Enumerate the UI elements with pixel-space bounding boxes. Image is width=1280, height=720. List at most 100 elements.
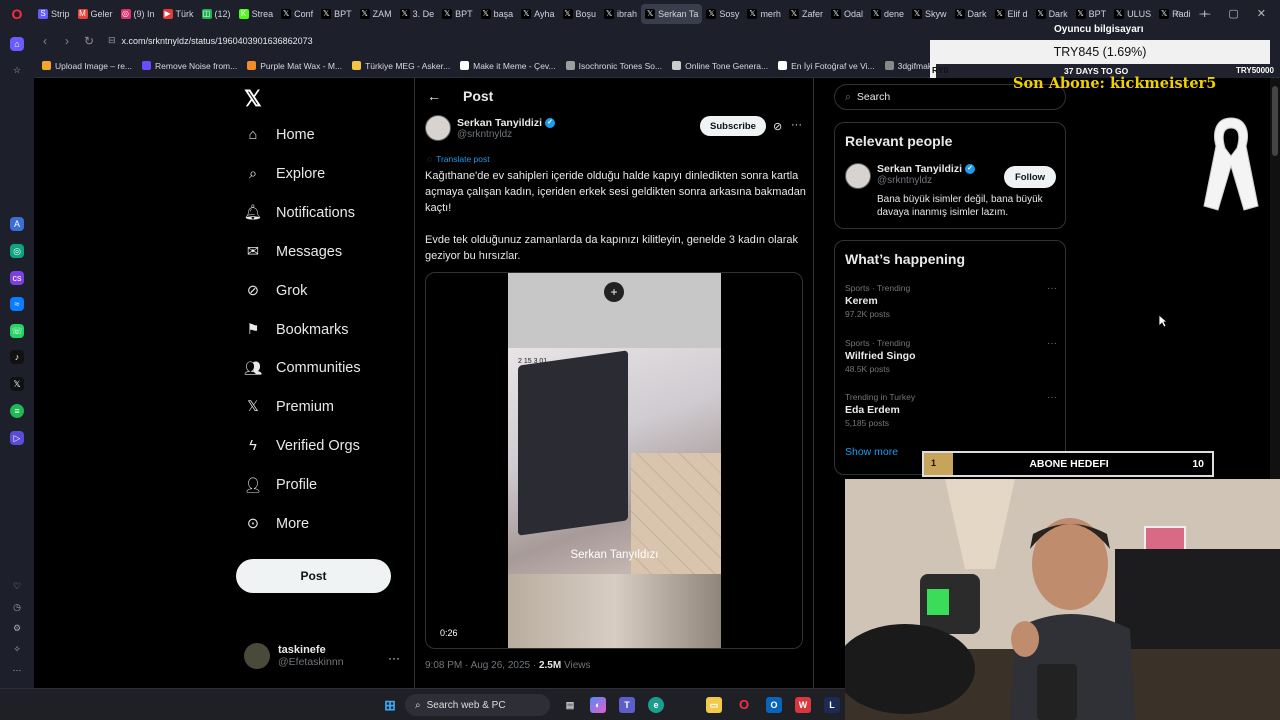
nav-item-messages[interactable]: ✉ Messages <box>244 243 342 261</box>
browser-tab[interactable]: 𝕏 Boşu <box>559 4 601 24</box>
bookmark-item[interactable]: Make it Meme - Çev... <box>460 61 556 71</box>
browser-tab[interactable]: K Strea <box>235 4 278 24</box>
browser-tab[interactable]: 𝕏merh <box>743 4 785 24</box>
browser-tab[interactable]: 𝕏 ULUS <box>1110 4 1155 24</box>
nav-item-notifications[interactable]: 🔔︎ Notifications <box>244 204 355 222</box>
back-button[interactable]: ‹ <box>34 34 56 48</box>
browser-tab[interactable]: ▶ Türk <box>159 4 198 24</box>
scrollbar-thumb[interactable] <box>1272 86 1278 156</box>
translate-post-link[interactable]: ◌ Translate post <box>427 154 490 164</box>
browser-tab[interactable]: 𝕏ibrah <box>600 4 641 24</box>
more-icon[interactable]: ··· <box>1047 283 1057 294</box>
browser-tab[interactable]: 𝕏 Odal <box>827 4 867 24</box>
browser-tab[interactable]: 𝕏 Zafer <box>785 4 827 24</box>
follow-button[interactable]: Follow <box>1004 166 1056 188</box>
windows-start-icon[interactable]: ⊞ <box>382 697 398 713</box>
star-icon[interactable]: ☆ <box>10 63 24 77</box>
nav-item-communities[interactable]: 👥︎ Communities <box>244 359 361 377</box>
nav-item-explore[interactable]: ⌕ Explore <box>244 165 325 183</box>
browser-tab[interactable]: 𝕏 Elif d <box>991 4 1032 24</box>
x-icon[interactable]: 𝕏 <box>10 377 24 391</box>
bookmark-item[interactable]: Remove Noise from... <box>142 61 237 71</box>
browser-tab[interactable]: 𝕏 BPT <box>438 4 477 24</box>
browser-tab[interactable]: 𝕏 Dark <box>1032 4 1072 24</box>
post-author[interactable]: Serkan Tanyildizi ✓ @srkntnyldz <box>425 115 555 141</box>
opera-icon[interactable]: O <box>736 697 752 713</box>
tiktok-icon[interactable]: ♪ <box>10 350 24 364</box>
settings-icon[interactable]: ⚙ <box>10 621 24 635</box>
nav-item-more[interactable]: ⊙ More <box>244 515 309 533</box>
aria-icon[interactable]: A <box>10 217 24 231</box>
lightbulb-icon[interactable]: ✧ <box>10 642 24 656</box>
app-icon[interactable]: W <box>795 697 811 713</box>
search-tabs-icon[interactable]: ⌕ <box>1175 7 1181 20</box>
show-more-link[interactable]: Show more <box>845 446 898 458</box>
browser-tab[interactable]: 𝕏 BPT <box>1072 4 1111 24</box>
author-name[interactable]: Serkan Tanyildizi <box>457 117 542 129</box>
more-icon[interactable]: ··· <box>1047 392 1057 403</box>
relevant-user-handle[interactable]: @srkntnyldz <box>877 175 975 186</box>
nav-item-home[interactable]: ⌂ Home <box>244 126 315 144</box>
app-icon[interactable]: L <box>824 697 840 713</box>
browser-tab[interactable]: 𝕏 Serkan Ta <box>641 3 703 24</box>
relevant-user[interactable]: Serkan Tanyildizi ✓ @srkntnyldz <box>845 163 975 189</box>
opera-logo-icon[interactable]: O <box>0 0 34 27</box>
browser-tab[interactable]: 𝕏 Sosy <box>702 4 743 24</box>
browser-tab[interactable]: 𝕏 Dark <box>951 4 991 24</box>
edge-icon[interactable]: e <box>648 697 664 713</box>
trend-item[interactable]: Trending in Turkey Eda Erdem 5,185 posts ··… <box>845 392 1057 428</box>
home-icon[interactable]: ⌂ <box>10 37 24 51</box>
author-handle[interactable]: @srkntnyldz <box>457 129 555 140</box>
chatgpt-icon[interactable]: ◎ <box>10 244 24 258</box>
player-icon[interactable]: ▷ <box>10 431 24 445</box>
browser-tab[interactable]: M Geler <box>74 4 117 24</box>
avatar[interactable] <box>425 115 451 141</box>
bookmark-item[interactable]: Isochronic Tones So... <box>565 61 662 71</box>
minimize-button[interactable]: — <box>1199 8 1210 20</box>
more-icon[interactable]: ··· <box>388 651 400 665</box>
whatsapp-icon[interactable]: ☏ <box>10 324 24 338</box>
bookmark-item[interactable]: Türkiye MEG - Asker... <box>352 61 450 71</box>
heart-icon[interactable]: ♡ <box>10 579 24 593</box>
reload-icon[interactable]: ↻ <box>78 34 100 48</box>
copilot-icon[interactable]: ◐ <box>590 697 606 713</box>
post-time[interactable]: 9:08 PM · Aug 26, 2025 · <box>425 660 539 671</box>
history-icon[interactable]: ◷ <box>10 600 24 614</box>
bookmark-item[interactable]: Online Tone Genera... <box>672 61 768 71</box>
nav-item-grok[interactable]: ⊘ Grok <box>244 282 308 300</box>
relevant-user-name[interactable]: Serkan Tanyildizi <box>877 163 962 175</box>
browser-tab[interactable]: 𝕏 Conf <box>277 4 317 24</box>
browser-tab[interactable]: ◫ (12) <box>198 4 235 24</box>
expand-icon[interactable]: + <box>604 282 624 302</box>
browser-tab[interactable]: S Strip <box>34 4 74 24</box>
nav-item-premium[interactable]: 𝕏 Premium <box>244 398 334 416</box>
more-icon[interactable]: ⋯ <box>10 663 24 677</box>
extension-icon[interactable]: cs <box>10 271 24 285</box>
site-info-icon[interactable]: ⊟ <box>108 35 116 46</box>
url-field[interactable]: ⊟ x.com/srkntnyldz/status/19604039016368… <box>108 31 988 51</box>
browser-tab[interactable]: 𝕏 ZAM <box>356 4 396 24</box>
account-switcher[interactable]: taskinefe @Efetaskinnn <box>244 643 344 669</box>
browser-tab[interactable]: ◎ (9) In <box>117 4 159 24</box>
post-button[interactable]: Post <box>236 559 391 593</box>
close-window-button[interactable]: ✕ <box>1257 7 1266 20</box>
x-logo-icon[interactable]: 𝕏 <box>244 86 262 112</box>
file-explorer-icon[interactable]: ▤ <box>562 697 578 713</box>
outlook-icon[interactable]: O <box>766 697 782 713</box>
teams-icon[interactable]: T <box>619 697 635 713</box>
browser-tab[interactable]: 𝕏 Skyw <box>908 4 951 24</box>
trend-item[interactable]: Sports · Trending Wilfried Singo 48.5K pos… <box>845 338 1057 374</box>
forward-button[interactable]: › <box>56 34 78 48</box>
taskbar-search[interactable]: ⌕ Search web & PC <box>405 694 550 716</box>
bookmark-item[interactable]: En İyi Fotoğraf ve Vi... <box>778 61 875 71</box>
browser-tab[interactable]: 𝕏başa <box>477 4 518 24</box>
more-icon[interactable]: ··· <box>1047 338 1057 349</box>
maximize-button[interactable]: ▢ <box>1228 7 1238 20</box>
browser-tab[interactable]: 𝕏 BPT <box>317 4 356 24</box>
trend-item[interactable]: Sports · Trending Kerem 97.2K posts ··· <box>845 283 1057 319</box>
nav-item-bookmarks[interactable]: ⚑ Bookmarks <box>244 321 349 339</box>
bookmark-item[interactable]: Upload Image – re... <box>42 61 132 71</box>
more-icon[interactable]: ··· <box>791 119 802 131</box>
back-arrow-icon[interactable]: ← <box>427 88 441 104</box>
folder-icon[interactable]: ▭ <box>706 697 722 713</box>
